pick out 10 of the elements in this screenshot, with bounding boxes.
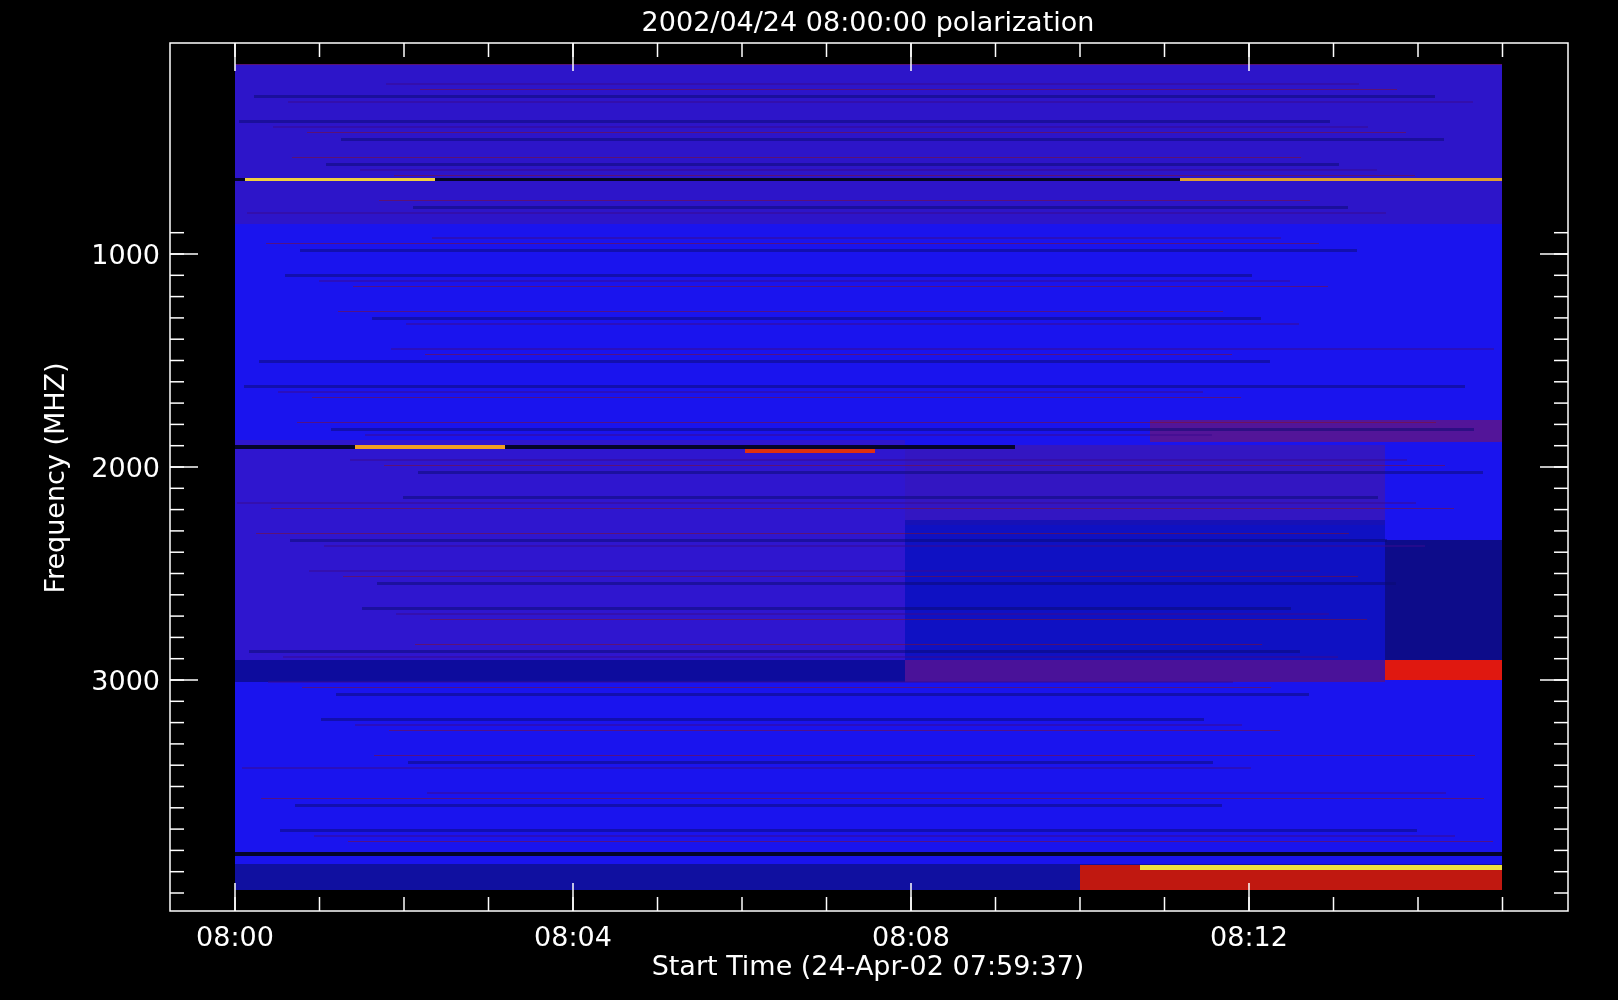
axis-label: Frequency (MHZ) [39,362,70,594]
tick-label: 3000 [91,665,160,696]
tick-label: 1000 [91,239,160,270]
tick-label: 08:12 [1210,921,1288,952]
tick-label: 2000 [91,452,160,483]
tick-label: 08:08 [872,921,950,952]
chart-title: 2002/04/24 08:00:00 polarization [641,6,1095,37]
tick-label: 08:04 [534,921,612,952]
tick-label: 08:00 [196,921,274,952]
axis-label: Start Time (24-Apr-02 07:59:37) [651,950,1085,981]
